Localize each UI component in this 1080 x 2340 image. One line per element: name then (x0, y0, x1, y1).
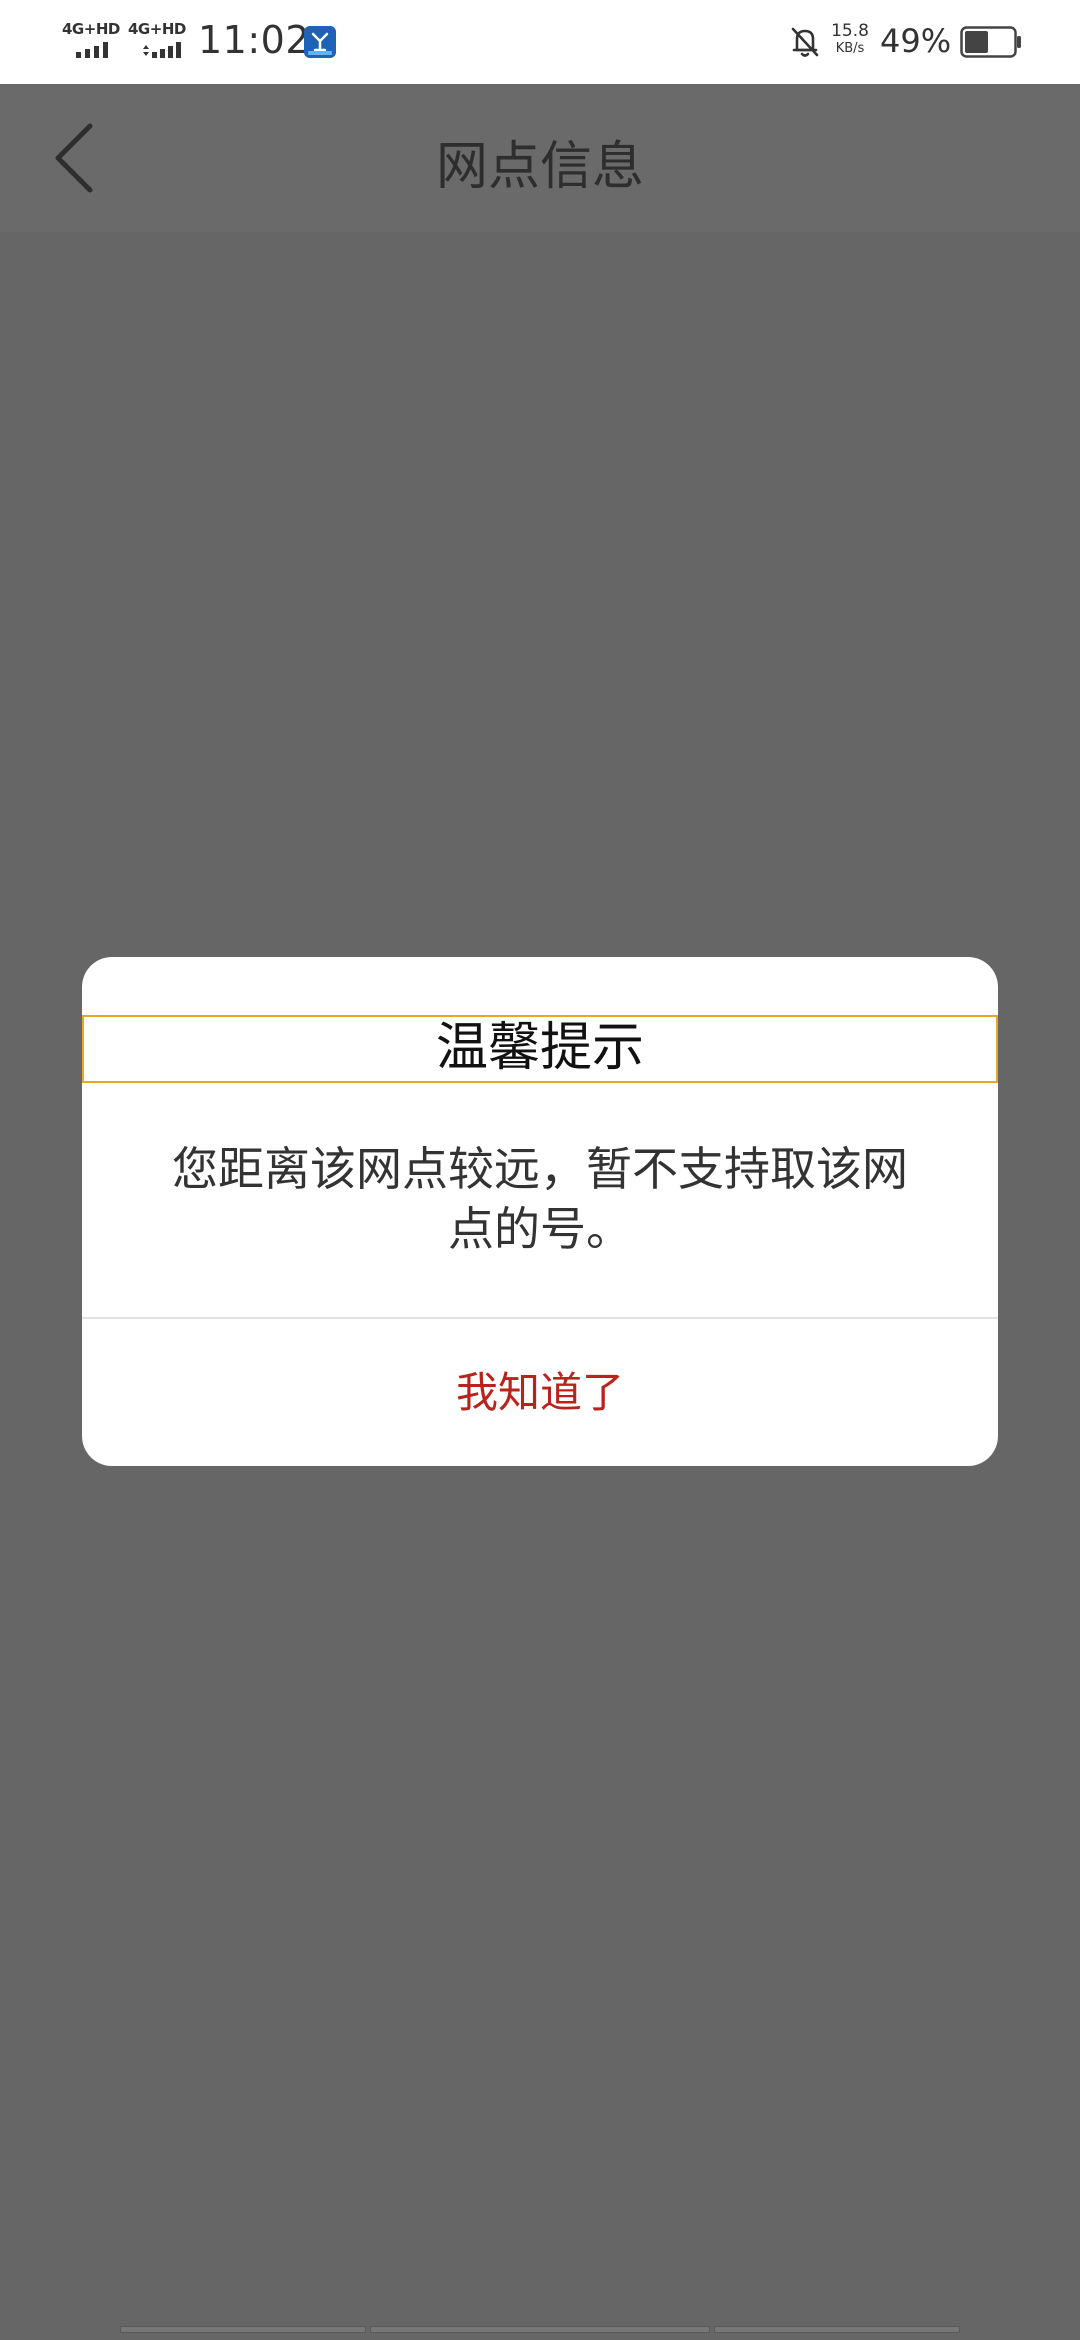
network-type-label: 4G+HD (128, 20, 186, 38)
alert-dialog: 温馨提示 您距离该网点较远，暂不支持取该网点的号。 我知道了 (82, 957, 998, 1466)
bell-off-icon (791, 27, 819, 57)
status-time: 11:02 (198, 18, 311, 62)
page-title: 网点信息 (435, 137, 644, 197)
status-bar: 4G+HD 4G+HD 11:02 15.8 KB/s 49% (0, 0, 1080, 84)
network-speed-unit: KB/s (835, 41, 865, 56)
bottom-tab-bar (0, 2326, 1080, 2334)
signal-bars-icon (143, 42, 181, 58)
battery-percent: 49% (880, 22, 952, 60)
app-header: 网点信息 (0, 84, 1080, 232)
battery-icon (960, 26, 1021, 58)
dialog-message: 您距离该网点较远，暂不支持取该网点的号。 (172, 1142, 908, 1256)
network-speed-value: 15.8 (831, 21, 869, 41)
dialog-title: 温馨提示 (82, 1015, 998, 1083)
network-type-label: 4G+HD (62, 20, 120, 38)
app-logo-icon (304, 26, 336, 58)
confirm-button[interactable]: 我知道了 (82, 1319, 998, 1466)
network-indicator-sim2: 4G+HD (128, 20, 188, 60)
bottom-tab-divider (120, 2326, 366, 2333)
network-speed: 15.8 KB/s (830, 22, 870, 58)
bottom-tab-divider (714, 2326, 960, 2333)
signal-bars-icon (76, 42, 108, 58)
bottom-tab-divider (370, 2326, 710, 2333)
network-indicator-sim1: 4G+HD (62, 20, 122, 60)
